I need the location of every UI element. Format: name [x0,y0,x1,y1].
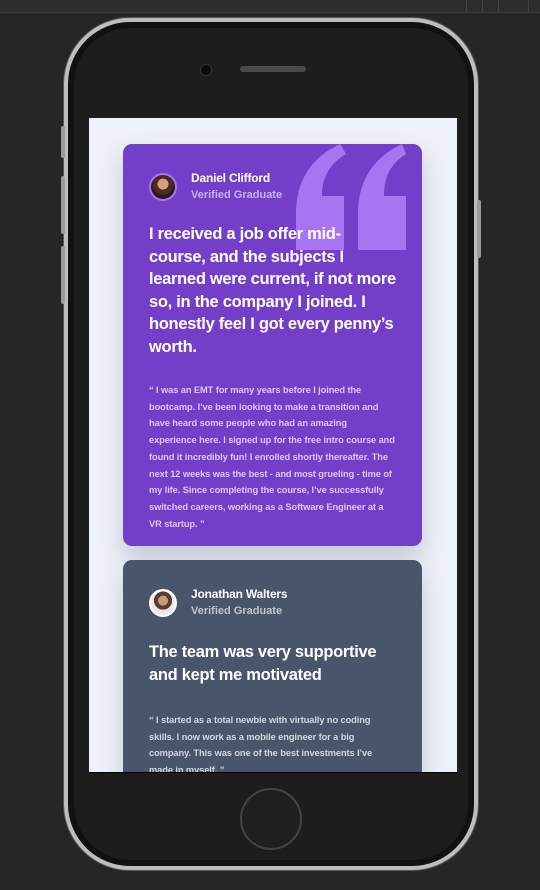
testimonial-body: “ I started as a total newbie with virtu… [149,715,373,772]
editor-top-bar [0,0,540,13]
author-role: Verified Graduate [191,189,283,201]
testimonial-headline: The team was very supportive and kept me… [149,643,377,684]
testimonial-body: “ I was an EMT for many years before I j… [149,385,395,529]
author-name: Jonathan Walters [191,587,288,601]
volume-down-button [61,246,65,304]
screen-bottom-edge [89,772,457,773]
testimonial-card-jonathan: Jonathan Walters Verified Graduate The t… [123,560,422,772]
mute-switch [61,126,65,158]
phone-screen: Daniel Clifford Verified Graduate I rece… [89,118,457,772]
volume-up-button [61,176,65,234]
front-camera-icon [200,64,212,76]
speaker-grille [240,66,306,72]
avatar [149,588,177,617]
author-role: Verified Graduate [191,605,283,617]
avatar [149,172,177,201]
testimonial-card-daniel: Daniel Clifford Verified Graduate I rece… [123,144,422,546]
testimonial-headline: I received a job offer mid-course, and t… [149,225,396,356]
power-button [477,200,481,258]
author-block: Daniel Clifford Verified Graduate [149,170,396,203]
author-name: Daniel Clifford [191,171,271,185]
author-block: Jonathan Walters Verified Graduate [149,586,396,619]
home-button-icon[interactable] [240,788,302,850]
